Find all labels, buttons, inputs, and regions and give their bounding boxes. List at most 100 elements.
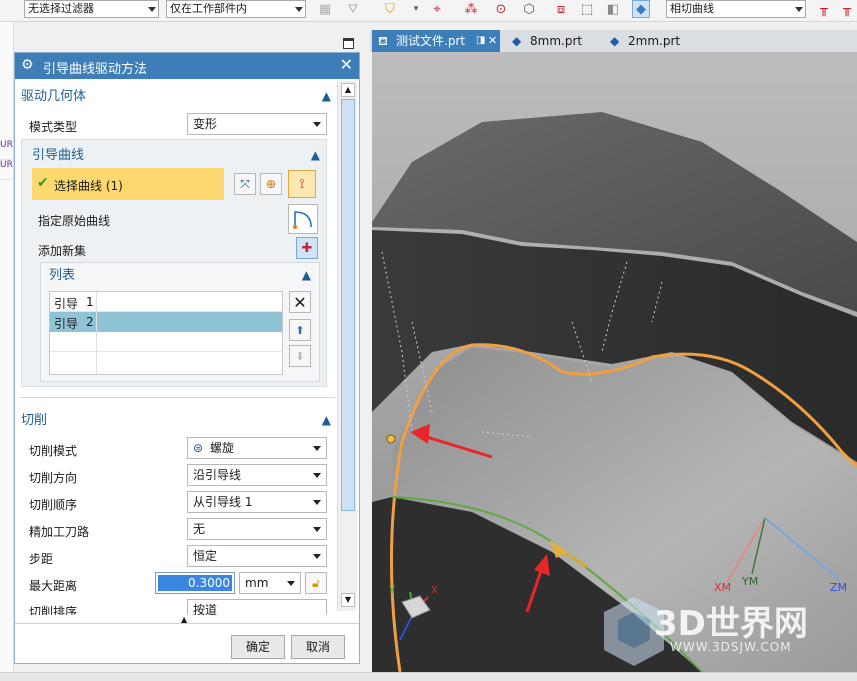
axis-xm-label: XM: [714, 581, 732, 594]
add-curve-button[interactable]: ⊕: [260, 173, 282, 195]
curve-select-mode-icon: ⟟: [299, 176, 305, 192]
stepover-select[interactable]: 恒定: [187, 545, 327, 567]
snap-filter-icon[interactable]: ⛉: [381, 0, 399, 18]
cut-order-select[interactable]: 从引导线 1: [187, 491, 327, 513]
tab-label: 8mm.prt: [530, 34, 583, 48]
scroll-down-icon[interactable]: ▼: [341, 593, 355, 607]
box-select-icon[interactable]: ⬚: [578, 0, 596, 18]
follow-fillet-icon[interactable]: ╥: [838, 0, 856, 18]
close-icon[interactable]: ✕: [340, 55, 353, 74]
curve-rule-select[interactable]: 相切曲线: [666, 0, 806, 18]
specify-original-label: 指定原始曲线: [38, 214, 111, 228]
dropdown-chevron-icon[interactable]: ▾: [407, 0, 425, 18]
reverse-direction-button[interactable]: ⤧: [234, 173, 256, 195]
cut-pattern-select[interactable]: ⊜ 螺旋: [187, 437, 327, 459]
watermark-url: WWW.3DSJW.COM: [670, 640, 792, 654]
collapse-icon[interactable]: ▲: [302, 268, 311, 282]
stop-at-intersection-icon[interactable]: ╥: [815, 0, 833, 18]
curve-rule-value: 相切曲线: [670, 2, 714, 15]
max-distance-label: 最大距离: [29, 579, 78, 593]
cut-sequence-value: 按道: [193, 603, 218, 615]
cancel-button[interactable]: 取消: [291, 635, 345, 659]
section-list[interactable]: 列表 ▲: [49, 264, 315, 288]
clipped-row: 切削排序 按道: [15, 599, 337, 615]
selection-filter-select[interactable]: 无选择过滤器: [24, 0, 159, 18]
guide-curve-drive-dialog: ⚙ 引导曲线驱动方法 ✕ 驱动几何体 ▲ 模式类型 变形 引导曲线 ▲ ✔ 选择…: [14, 52, 360, 664]
selection-scope-select[interactable]: 仅在工作部件内: [166, 0, 306, 18]
scroll-thumb[interactable]: [341, 99, 355, 511]
scroll-up-icon[interactable]: ▲: [341, 83, 355, 97]
center-point-icon[interactable]: ⊙: [492, 0, 510, 18]
cut-direction-value: 沿引导线: [193, 468, 242, 482]
shaded-view-icon[interactable]: ◧: [604, 0, 622, 18]
arrow-up-icon: ⬆: [295, 323, 305, 337]
reverse-direction-icon: ⤧: [240, 176, 250, 191]
strip-item[interactable]: UR: [0, 160, 14, 180]
curve-select-mode-button[interactable]: ⟟: [288, 170, 316, 198]
mode-type-label: 模式类型: [29, 120, 78, 134]
remove-item-button[interactable]: ✕: [289, 291, 311, 313]
tab-2mm[interactable]: ◆ 2mm.prt: [604, 30, 696, 52]
stepover-value: 恒定: [193, 549, 218, 563]
move-up-button[interactable]: ⬆: [289, 319, 311, 341]
graphics-viewport[interactable]: Y X XM YM ZM 3D世界网 WWW.3DSJW.COM: [372, 52, 857, 672]
spiral-icon: ⊜: [193, 441, 204, 455]
selection-scope-value: 仅在工作部件内: [170, 2, 247, 15]
strip-item[interactable]: UR: [0, 140, 14, 160]
collapse-icon[interactable]: ▲: [322, 89, 331, 103]
watermark-brand: 3D世界网: [654, 604, 808, 644]
select-feature-icon[interactable]: ▦: [316, 0, 334, 18]
add-new-set-button[interactable]: ✚: [296, 237, 318, 259]
solid-view-icon[interactable]: ◆: [632, 0, 650, 18]
start-point-marker: [386, 434, 396, 444]
control-point-icon[interactable]: ⁂: [462, 0, 480, 18]
list-item-name: 引导: [54, 317, 79, 331]
cut-sequence-label: 切削排序: [29, 605, 78, 615]
mode-type-select[interactable]: 变形: [187, 113, 327, 135]
cut-sequence-select[interactable]: 按道: [187, 599, 327, 615]
unit-select[interactable]: mm: [239, 572, 301, 594]
select-curve-row[interactable]: ✔ 选择曲线 (1): [32, 168, 224, 200]
table-row: [50, 332, 282, 352]
max-distance-input[interactable]: 0.3000: [155, 572, 235, 594]
dialog-title-bar[interactable]: ⚙ 引导曲线驱动方法 ✕: [15, 53, 359, 79]
tab-test-file[interactable]: ⛾ 测试文件.prt ◨ ✕: [372, 30, 500, 52]
section-drive-geometry[interactable]: 驱动几何体 ▲: [21, 85, 335, 109]
polygon-icon[interactable]: ⬡: [520, 0, 538, 18]
table-row[interactable]: 引导 1: [50, 292, 282, 312]
section-cut[interactable]: 切削 ▲: [21, 409, 335, 433]
section-list-title: 列表: [49, 268, 76, 283]
cut-direction-select[interactable]: 沿引导线: [187, 464, 327, 486]
guide-list-table: 引导 1 引导 2: [49, 291, 283, 375]
filter-icon[interactable]: ⛛: [344, 0, 362, 18]
part-file-icon: ⛾: [378, 34, 388, 48]
maximize-icon[interactable]: [343, 38, 354, 49]
collapse-icon[interactable]: ▲: [311, 148, 320, 162]
section-cut-title: 切削: [21, 413, 48, 428]
check-icon: ✔: [37, 175, 49, 191]
dialog-scrollbar[interactable]: ▲ ▼: [337, 81, 357, 611]
column-divider: [96, 292, 97, 374]
ok-button[interactable]: 确定: [231, 635, 285, 659]
specify-original-curve-button[interactable]: [288, 204, 318, 234]
cut-direction-label: 切削方向: [29, 471, 78, 485]
intersection-icon[interactable]: ⧈: [552, 0, 570, 18]
add-new-set-label: 添加新集: [38, 244, 87, 258]
endpoint-snap-icon[interactable]: ⌖: [428, 0, 446, 18]
cancel-button-label: 取消: [305, 640, 330, 654]
list-group: 列表 ▲ 引导 1 引导 2 ✕ ⬆ ⬇: [40, 262, 320, 382]
chevron-down-icon: [295, 7, 303, 12]
move-down-button: ⬇: [289, 345, 311, 367]
finish-pass-select[interactable]: 无: [187, 518, 327, 540]
close-icon[interactable]: ✕: [488, 30, 497, 52]
section-guide-curve[interactable]: 引导曲线 ▲: [32, 144, 324, 168]
tab-8mm[interactable]: ◆ 8mm.prt: [506, 30, 598, 52]
table-row[interactable]: 引导 2: [50, 312, 282, 332]
list-item-name: 引导: [54, 297, 79, 311]
chevron-down-icon: [313, 554, 321, 559]
axis-ym-label: YM: [742, 575, 759, 588]
collapse-icon[interactable]: ▲: [322, 413, 331, 427]
axis-y-label: Y: [389, 585, 396, 596]
unit-value: mm: [245, 576, 269, 590]
lock-button[interactable]: 🔓︎: [305, 572, 327, 594]
